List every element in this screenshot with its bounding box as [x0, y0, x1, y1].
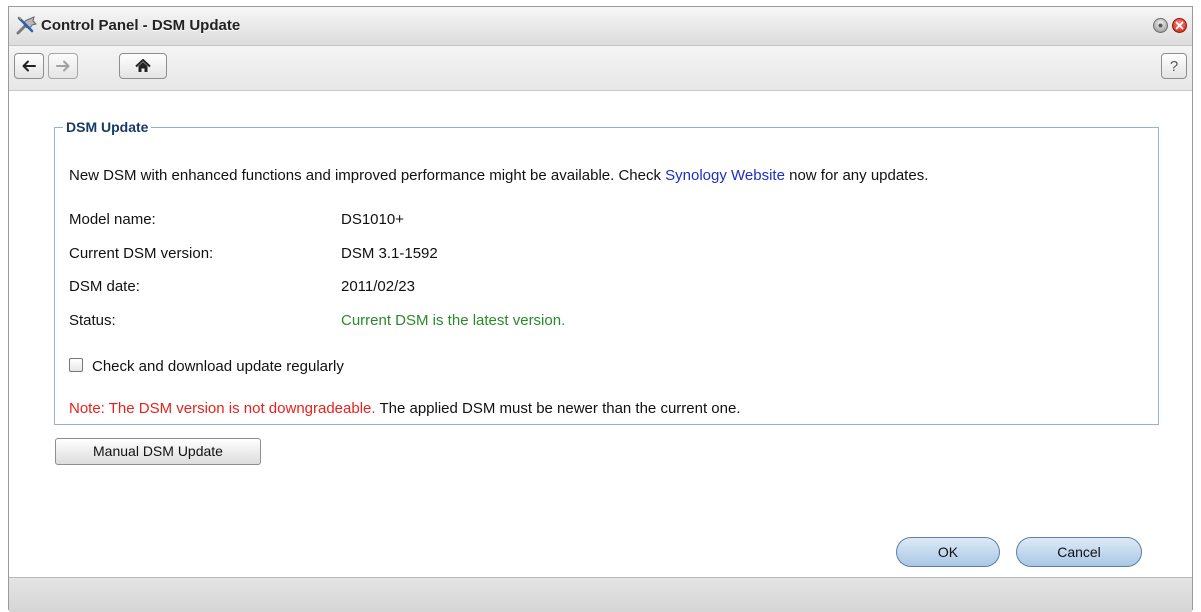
arrow-right-icon — [56, 60, 70, 72]
model-name-row: Model name: DS1010+ — [69, 211, 404, 228]
synology-website-link[interactable]: Synology Website — [665, 167, 785, 184]
model-name-label: Model name: — [69, 211, 156, 228]
close-button[interactable] — [1172, 18, 1187, 33]
arrow-left-icon — [22, 60, 36, 72]
title-bar[interactable]: Control Panel - DSM Update — [9, 7, 1192, 46]
dsm-update-group: DSM Update New DSM with enhanced functio… — [54, 119, 1159, 425]
downgrade-note: Note: The DSM version is not downgradeab… — [69, 400, 741, 417]
minimize-button[interactable] — [1153, 18, 1168, 33]
manual-dsm-update-button[interactable]: Manual DSM Update — [55, 438, 261, 465]
model-name-value: DS1010+ — [341, 211, 404, 228]
note-text: The applied DSM must be newer than the c… — [375, 400, 741, 417]
dsm-version-label: Current DSM version: — [69, 245, 214, 262]
window-footer — [9, 577, 1192, 612]
dsm-version-value: DSM 3.1-1592 — [341, 245, 438, 262]
update-description: New DSM with enhanced functions and impr… — [69, 167, 928, 184]
status-row: Status: Current DSM is the latest versio… — [69, 312, 565, 329]
back-button[interactable] — [14, 53, 44, 79]
forward-button[interactable] — [48, 53, 78, 79]
dsm-date-row: DSM date: 2011/02/23 — [69, 278, 415, 295]
control-panel-window: Control Panel - DSM Update ? DSM Update … — [8, 6, 1193, 612]
close-icon — [1175, 21, 1184, 30]
control-panel-icon — [15, 14, 39, 36]
ok-button[interactable]: OK — [896, 537, 1000, 567]
status-value: Current DSM is the latest version. — [341, 312, 566, 329]
dsm-version-row: Current DSM version: DSM 3.1-1592 — [69, 245, 438, 262]
help-label: ? — [1169, 58, 1179, 75]
help-button[interactable]: ? — [1161, 53, 1187, 79]
description-text: New DSM with enhanced functions and impr… — [69, 167, 666, 184]
auto-update-option[interactable]: Check and download update regularly — [69, 358, 344, 375]
home-button[interactable] — [119, 53, 167, 79]
window-title: Control Panel - DSM Update — [41, 17, 241, 34]
dsm-date-label: DSM date: — [69, 278, 140, 295]
minimize-icon — [1158, 23, 1163, 28]
toolbar: ? — [9, 46, 1192, 91]
home-icon — [135, 59, 151, 72]
auto-update-checkbox[interactable] — [69, 358, 83, 372]
main-content: DSM Update New DSM with enhanced functio… — [9, 91, 1192, 577]
group-legend: DSM Update — [66, 119, 149, 135]
note-warning: Note: The DSM version is not downgradeab… — [69, 400, 376, 417]
description-text-end: now for any updates. — [784, 167, 929, 184]
dsm-date-value: 2011/02/23 — [341, 278, 415, 295]
status-label: Status: — [69, 312, 116, 329]
cancel-button[interactable]: Cancel — [1016, 537, 1142, 567]
auto-update-label[interactable]: Check and download update regularly — [92, 358, 344, 375]
